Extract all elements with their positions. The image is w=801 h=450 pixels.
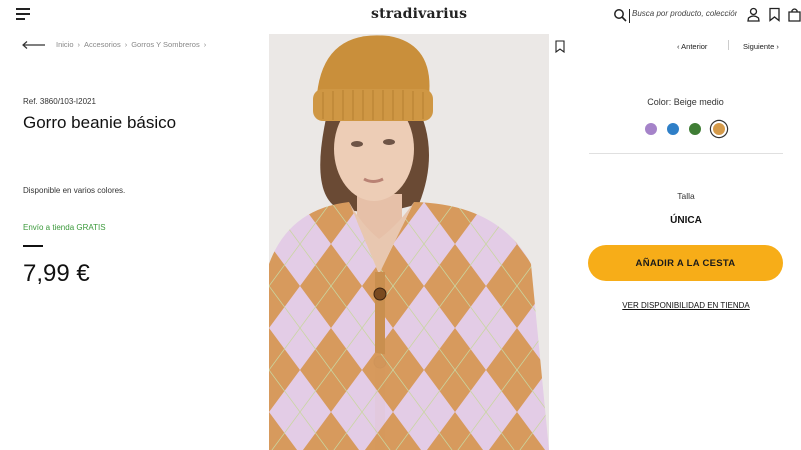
model-wearing-beanie-illustration: [269, 34, 549, 450]
breadcrumb-accessories[interactable]: Accesorios: [84, 40, 121, 49]
wishlist-icon[interactable]: [767, 7, 782, 22]
product-title: Gorro beanie básico: [23, 113, 177, 132]
availability-text: Disponible en varios colores.: [23, 186, 126, 195]
size-value[interactable]: ÚNICA: [589, 215, 783, 226]
previous-product-link[interactable]: ‹ Anterior: [677, 42, 707, 51]
color-label: Color: Beige medio: [647, 97, 724, 107]
shopping-bag-icon[interactable]: [787, 7, 801, 22]
menu-icon[interactable]: [16, 8, 30, 20]
color-swatch-blue[interactable]: [667, 123, 679, 135]
user-icon[interactable]: [746, 7, 761, 22]
top-bar: stradivarius Busca por producto, colecci…: [0, 0, 801, 30]
section-divider: [589, 153, 783, 154]
color-swatch-green[interactable]: [689, 123, 701, 135]
search-icon[interactable]: [613, 8, 627, 22]
breadcrumb-hats[interactable]: Gorros Y Sombreros: [131, 40, 200, 49]
color-swatch-beige[interactable]: [713, 123, 725, 135]
color-swatch-purple[interactable]: [645, 123, 657, 135]
product-price: 7,99 €: [23, 260, 90, 287]
nav-separator: [728, 40, 729, 50]
product-reference: Ref. 3860/103-I2021: [23, 97, 96, 106]
size-label: Talla: [677, 191, 695, 201]
store-availability-link[interactable]: VER DISPONIBILIDAD EN TIENDA: [589, 301, 783, 310]
next-product-link[interactable]: Siguiente ›: [743, 42, 779, 51]
product-image[interactable]: [269, 34, 549, 450]
breadcrumb-home[interactable]: Inicio: [56, 40, 74, 49]
search-input[interactable]: Busca por producto, colección...: [629, 9, 737, 23]
breadcrumb: Inicio › Accesorios › Gorros Y Sombreros ›: [56, 40, 207, 49]
price-divider: [23, 245, 43, 247]
bookmark-icon[interactable]: [555, 40, 565, 53]
free-shipping-text: Envío a tienda GRATIS: [23, 223, 106, 232]
brand-logo[interactable]: stradivarius: [371, 6, 467, 22]
back-arrow-icon[interactable]: [22, 41, 46, 49]
add-to-cart-button[interactable]: AÑADIR A LA CESTA: [588, 245, 783, 281]
